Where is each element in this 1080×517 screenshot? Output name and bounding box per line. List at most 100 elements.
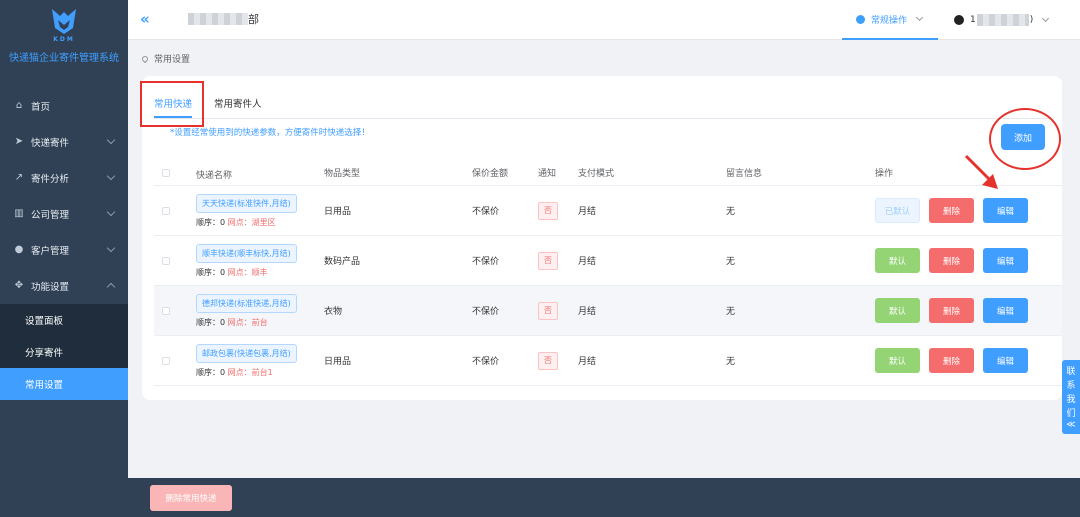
row-checkbox[interactable] — [162, 306, 170, 315]
header-name: 快递名称 — [196, 171, 233, 181]
notify-tag: 否 — [538, 301, 558, 320]
message: 无 — [726, 307, 736, 317]
header-notify: 通知 — [538, 169, 557, 179]
item-type: 衣物 — [324, 307, 343, 317]
sidebar-item-label: 公司管理 — [31, 210, 70, 221]
insured-value: 不保价 — [472, 207, 500, 217]
table-row: 邮政包裹(快递包裹,月结) 顺序：0 网点：前台1 日用品 不保价 否 月结 无… — [154, 336, 1062, 386]
double-chevron-left-icon: ≪ — [1066, 420, 1076, 431]
org-suffix: 部 — [248, 13, 259, 26]
org-name: 部 — [188, 11, 259, 27]
bottom-bar: 删除常用快递 — [128, 478, 1080, 517]
contact-char: 我 — [1066, 394, 1076, 405]
delete-button[interactable]: 删除 — [929, 198, 974, 223]
net-value: 前台1 — [251, 368, 273, 377]
redacted-text — [188, 13, 248, 25]
message: 无 — [726, 207, 736, 217]
express-name-tag: 天天快递(标准快件,月结) — [196, 194, 297, 213]
sidebar-menu: ⌂ 首页 ➤ 快递寄件 ↗ 寄件分析 ▥ 公司管理 ● 客户管理 ✥ 功能设置 — [0, 88, 128, 400]
item-type: 日用品 — [324, 207, 352, 217]
chevron-down-icon — [106, 135, 116, 145]
ops-dropdown[interactable]: 常规操作 — [842, 0, 938, 40]
ops-label: 常规操作 — [871, 15, 908, 26]
sidebar-item-label: 客户管理 — [31, 246, 70, 257]
express-name-tag: 顺丰快递(顺丰标快,月结) — [196, 244, 297, 263]
user-avatar-icon — [954, 15, 964, 25]
collapse-sidebar-icon[interactable]: « — [140, 10, 150, 28]
express-name-tag: 德邦快递(标准快递,月结) — [196, 294, 297, 313]
net-value: 顺丰 — [251, 268, 268, 277]
chart-icon: ↗ — [14, 172, 24, 183]
sidebar-item-customers[interactable]: ● 客户管理 — [0, 232, 128, 268]
insured-value: 不保价 — [472, 307, 500, 317]
header-type: 物品类型 — [324, 169, 361, 179]
row-checkbox[interactable] — [162, 206, 170, 215]
net-label: 网点： — [227, 218, 252, 227]
pay-mode: 月结 — [578, 307, 597, 317]
message: 无 — [726, 257, 736, 267]
building-icon: ▥ — [14, 208, 24, 219]
contact-char: 联 — [1066, 366, 1076, 377]
table-header: 快递名称 物品类型 保价金额 通知 支付模式 留言信息 操作 — [154, 160, 1062, 186]
row-checkbox[interactable] — [162, 356, 170, 365]
header-message: 留言信息 — [726, 169, 763, 179]
bulk-delete-button[interactable]: 删除常用快递 — [150, 485, 232, 511]
settings-icon: ✥ — [14, 280, 24, 291]
row-checkbox[interactable] — [162, 256, 170, 265]
order-info: 顺序：0 网点：湖里区 — [196, 217, 297, 228]
sidebar-subitem-panel[interactable]: 设置面板 — [0, 304, 128, 336]
table-row: 德邦快递(标准快递,月结) 顺序：0 网点：前台 衣物 不保价 否 月结 无 默… — [154, 286, 1062, 336]
insured-value: 不保价 — [472, 257, 500, 267]
net-label: 网点： — [227, 368, 252, 377]
sidebar-item-settings[interactable]: ✥ 功能设置 — [0, 268, 128, 304]
delete-button[interactable]: 删除 — [929, 298, 974, 323]
tabs-divider — [154, 118, 1050, 119]
default-button[interactable]: 已默认 — [875, 198, 920, 223]
sidebar-subitem-common-settings[interactable]: 常用设置 — [0, 368, 128, 400]
edit-button[interactable]: 编辑 — [983, 348, 1028, 373]
default-button[interactable]: 默认 — [875, 298, 920, 323]
notify-tag: 否 — [538, 201, 558, 220]
redacted-text — [976, 14, 1029, 26]
logo[interactable]: KDM 快递猫企业寄件管理系统 — [0, 0, 128, 78]
sidebar-item-analysis[interactable]: ↗ 寄件分析 — [0, 160, 128, 196]
row-actions: 默认 删除 编辑 — [875, 298, 1037, 323]
app-title: 快递猫企业寄件管理系统 — [9, 53, 119, 64]
chevron-down-icon — [1042, 14, 1050, 23]
sidebar-subitem-share[interactable]: 分享寄件 — [0, 336, 128, 368]
edit-button[interactable]: 编辑 — [983, 298, 1028, 323]
edit-button[interactable]: 编辑 — [983, 248, 1028, 273]
main-card: 常用快递 常用寄件人 *设置经常使用到的快递参数，方便寄件时快递选择！ 添加 快… — [140, 76, 1062, 400]
order-text: 顺序：0 — [196, 268, 226, 277]
edit-button[interactable]: 编辑 — [983, 198, 1028, 223]
order-info: 顺序：0 网点：前台 — [196, 317, 297, 328]
delete-button[interactable]: 删除 — [929, 248, 974, 273]
row-actions: 默认 删除 编辑 — [875, 248, 1037, 273]
sidebar-item-label: 寄件分析 — [31, 174, 70, 185]
annotation-rectangle — [140, 81, 204, 127]
user-menu[interactable]: 1 ) — [954, 0, 1050, 40]
user-suffix: ) — [1029, 15, 1034, 25]
sidebar-item-home[interactable]: ⌂ 首页 — [0, 88, 128, 124]
order-text: 顺序：0 — [196, 368, 226, 377]
default-button[interactable]: 默认 — [875, 248, 920, 273]
express-name-tag: 邮政包裹(快递包裹,月结) — [196, 344, 297, 363]
header-pay: 支付模式 — [578, 169, 615, 179]
logo-letters: KDM — [53, 36, 75, 43]
order-info: 顺序：0 网点：前台1 — [196, 367, 297, 378]
express-name-cell: 顺丰快递(顺丰标快,月结) 顺序：0 网点：顺丰 — [196, 244, 297, 278]
select-all-checkbox[interactable] — [162, 168, 170, 177]
notify-tag: 否 — [538, 251, 558, 270]
tab-common-senders[interactable]: 常用寄件人 — [214, 96, 262, 118]
chevron-up-icon — [106, 282, 116, 292]
message: 无 — [726, 357, 736, 367]
default-button[interactable]: 默认 — [875, 348, 920, 373]
insured-value: 不保价 — [472, 357, 500, 367]
sidebar-item-send[interactable]: ➤ 快递寄件 — [0, 124, 128, 160]
delete-button[interactable]: 删除 — [929, 348, 974, 373]
user-prefix: 1 — [970, 15, 976, 25]
contact-us-tab[interactable]: 联 系 我 们 ≪ — [1062, 360, 1080, 434]
sidebar-item-company[interactable]: ▥ 公司管理 — [0, 196, 128, 232]
contact-char: 系 — [1066, 380, 1076, 391]
pay-mode: 月结 — [578, 257, 597, 267]
